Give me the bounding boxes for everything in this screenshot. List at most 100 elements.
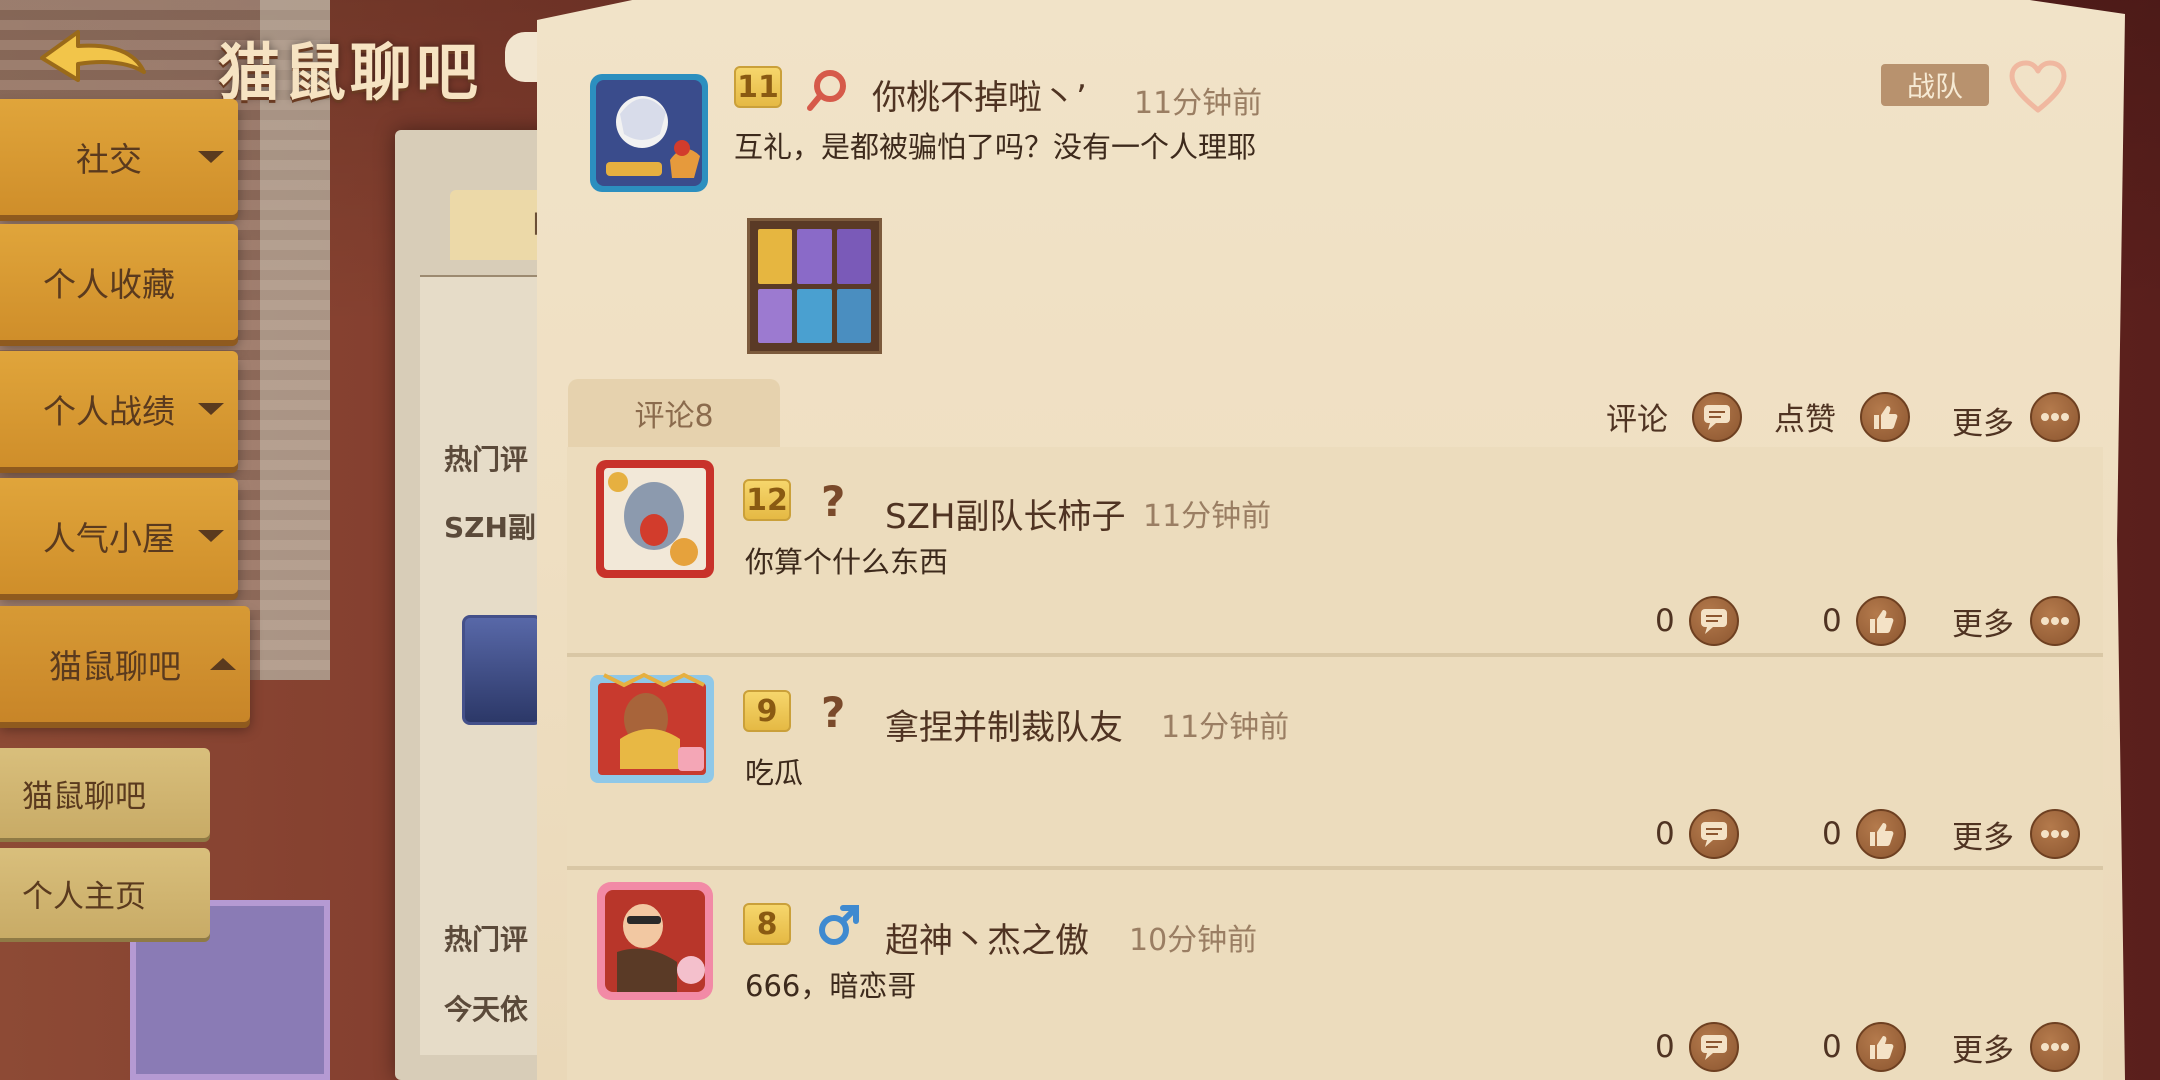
chevron-down-icon — [198, 403, 224, 415]
comment-author-name[interactable]: SZH副队长柿子 — [885, 489, 1125, 538]
comment-count: 0 — [1655, 816, 1675, 852]
unknown-gender-icon: ? — [821, 688, 846, 737]
sidebar-item-popular-house[interactable]: 人气小屋 — [0, 478, 238, 594]
comment-author-avatar[interactable] — [596, 460, 714, 578]
thumbs-up-icon — [1874, 406, 1898, 429]
unknown-gender-icon: ? — [821, 477, 846, 526]
sidebar-item-label: 猫鼠聊吧 — [49, 647, 181, 686]
more-action-label: 更多 — [1952, 406, 2014, 442]
ellipsis-icon — [2041, 413, 2069, 421]
comment-author-name[interactable]: 超神丶杰之傲 — [885, 913, 1089, 962]
comment-reply-button[interactable] — [1689, 596, 1739, 646]
chevron-down-icon — [198, 151, 224, 163]
comment-icon — [1701, 1035, 1727, 1060]
level-badge: 8 — [743, 903, 791, 945]
female-gender-icon — [807, 70, 846, 111]
image-cell — [836, 288, 871, 343]
avatar-image — [597, 882, 713, 1000]
image-cell — [758, 288, 793, 343]
level-badge: 9 — [743, 690, 791, 732]
more-label: 更多 — [1952, 607, 2014, 643]
comment-reply-button[interactable] — [1689, 1022, 1739, 1072]
sidebar-item-chat-bar[interactable]: 猫鼠聊吧 — [0, 606, 250, 722]
team-badge[interactable]: 战队 — [1881, 64, 1989, 106]
comment-more-button[interactable] — [2030, 1022, 2080, 1072]
post-time: 11分钟前 — [1134, 86, 1263, 121]
comment-more-button[interactable] — [2030, 809, 2080, 859]
ellipsis-icon — [2041, 1043, 2069, 1051]
sidebar-item-record[interactable]: 个人战绩 — [0, 351, 238, 467]
comment-like-button[interactable] — [1856, 1022, 1906, 1072]
more-label: 更多 — [1952, 1033, 2014, 1069]
sidebar-subitem-label: 个人主页 — [22, 878, 146, 915]
comment-author-name[interactable]: 拿捏并制裁队友 — [885, 700, 1123, 749]
background-hint-4: 今天依 — [444, 993, 529, 1026]
post-author-name[interactable]: 你桃不掉啦丶ʼ — [872, 70, 1087, 119]
post-content: 互礼，是都被骗怕了吗？没有一个人理耶 — [734, 130, 1257, 164]
thumbs-up-icon — [1870, 823, 1894, 846]
like-action-label: 点赞 — [1774, 402, 1836, 438]
background-hint-3: 热门评 — [444, 923, 529, 956]
ellipsis-icon — [2041, 617, 2069, 625]
background-hint-1: 热门评 — [444, 443, 529, 476]
male-gender-icon — [819, 905, 859, 945]
heart-icon — [2009, 60, 2067, 113]
like-count: 0 — [1822, 1029, 1842, 1065]
image-cell — [797, 288, 832, 343]
comment-icon — [1704, 405, 1730, 430]
comment-reply-button[interactable] — [1689, 809, 1739, 859]
post-image[interactable] — [747, 218, 882, 354]
level-badge: 11 — [734, 66, 782, 108]
like-count: 0 — [1822, 816, 1842, 852]
comment-like-button[interactable] — [1856, 809, 1906, 859]
comment-content: 吃瓜 — [745, 756, 804, 790]
comment-like-button[interactable] — [1856, 596, 1906, 646]
sidebar-item-label: 社交 — [76, 140, 142, 179]
comment-item: 12 ? SZH副队长柿子 11分钟前 你算个什么东西 0 0 更多 — [567, 447, 2103, 657]
avatar-image — [590, 672, 714, 783]
comment-time: 11分钟前 — [1143, 499, 1272, 534]
comment-author-avatar[interactable] — [597, 882, 713, 1000]
sidebar-item-label: 个人收藏 — [43, 265, 175, 304]
sidebar-item-collection[interactable]: 个人收藏 — [0, 224, 238, 340]
sidebar-item-social[interactable]: 社交 — [0, 99, 238, 215]
comment-author-avatar[interactable] — [590, 669, 714, 785]
back-button[interactable] — [38, 28, 148, 90]
image-cell — [758, 229, 793, 284]
background-thumbnail — [462, 615, 542, 725]
comment-list[interactable]: 12 ? SZH副队长柿子 11分钟前 你算个什么东西 0 0 更多 9 ? 拿… — [567, 447, 2103, 1080]
thumbs-up-icon — [1870, 610, 1894, 633]
comment-icon — [1701, 609, 1727, 634]
ellipsis-icon — [2041, 830, 2069, 838]
sidebar-item-label: 人气小屋 — [43, 519, 175, 558]
more-button[interactable] — [2030, 392, 2080, 442]
sidebar-subitem-chat-bar[interactable]: 猫鼠聊吧 — [0, 748, 210, 838]
comment-icon — [1701, 822, 1727, 847]
thumbs-up-icon — [1870, 1036, 1894, 1059]
sidebar-subitem-homepage[interactable]: 个人主页 — [0, 848, 210, 938]
chevron-down-icon — [198, 530, 224, 542]
comment-button[interactable] — [1692, 392, 1742, 442]
chevron-up-icon — [210, 658, 236, 670]
avatar-image — [596, 460, 714, 578]
comment-item: 8 超神丶杰之傲 10分钟前 666，暗恋哥 0 0 更多 — [567, 873, 2103, 1080]
comment-time: 11分钟前 — [1161, 710, 1290, 745]
sidebar-subitem-label: 猫鼠聊吧 — [22, 778, 146, 815]
comment-count: 0 — [1655, 1029, 1675, 1065]
comment-count: 0 — [1655, 603, 1675, 639]
image-cell — [797, 229, 832, 284]
comment-content: 你算个什么东西 — [745, 545, 949, 579]
background-tab-stub: R — [450, 190, 553, 260]
favorite-button[interactable] — [2008, 60, 2068, 114]
comment-time: 10分钟前 — [1129, 923, 1258, 958]
comment-more-button[interactable] — [2030, 596, 2080, 646]
image-cell — [836, 229, 871, 284]
like-button[interactable] — [1860, 392, 1910, 442]
tab-comments[interactable]: 评论8 — [568, 379, 780, 447]
sidebar-item-label: 个人战绩 — [43, 392, 175, 431]
back-arrow-icon — [40, 30, 146, 82]
page-title: 猫鼠聊吧 — [218, 36, 483, 109]
comment-content: 666，暗恋哥 — [745, 969, 917, 1003]
level-badge: 12 — [743, 479, 791, 521]
post-author-avatar[interactable] — [590, 74, 708, 192]
